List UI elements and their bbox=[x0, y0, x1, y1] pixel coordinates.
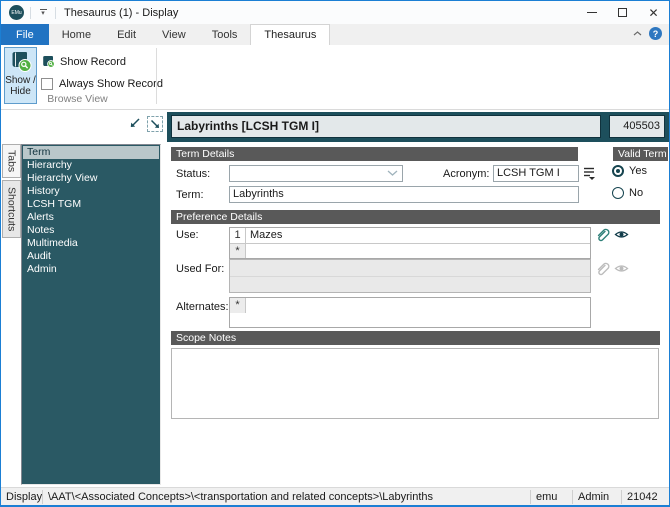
sidebar-tab-list: Term Hierarchy Hierarchy View History LC… bbox=[21, 144, 161, 485]
scope-notes-field[interactable] bbox=[171, 348, 659, 419]
sidebar-item-audit[interactable]: Audit bbox=[23, 250, 159, 263]
ribbon-tab-row: File Home Edit View Tools Thesaurus bbox=[1, 24, 669, 45]
tab-file[interactable]: File bbox=[1, 24, 49, 45]
attachment-paperclip-icon[interactable] bbox=[595, 226, 611, 242]
tab-thesaurus[interactable]: Thesaurus bbox=[250, 24, 331, 45]
collapse-ribbon-button[interactable] bbox=[633, 31, 642, 36]
show-record-button[interactable]: Show Record bbox=[41, 55, 126, 68]
alternates-value-new[interactable] bbox=[246, 298, 590, 313]
scope-notes-header: Scope Notes bbox=[171, 331, 660, 345]
status-dropdown[interactable] bbox=[229, 165, 403, 182]
alternates-grid[interactable]: * bbox=[229, 297, 591, 328]
lookup-list-icon[interactable] bbox=[583, 166, 599, 182]
tab-home[interactable]: Home bbox=[49, 24, 104, 45]
use-value-new[interactable] bbox=[246, 244, 590, 258]
used-for-row bbox=[230, 276, 590, 292]
app-logo-icon: EMu bbox=[9, 5, 24, 20]
record-title: Labyrinths [LCSH TGM I] bbox=[171, 115, 601, 138]
statusbar-database: emu bbox=[536, 491, 558, 503]
valid-term-no-label: No bbox=[629, 187, 644, 199]
acronym-field[interactable]: LCSH TGM I bbox=[493, 165, 579, 182]
always-show-record-option[interactable]: Always Show Record bbox=[41, 78, 163, 90]
titlebar-separator bbox=[30, 6, 31, 19]
alternates-row-new[interactable]: * bbox=[230, 298, 590, 313]
used-for-label: Used For: bbox=[176, 263, 225, 275]
book-search-icon bbox=[12, 51, 31, 72]
book-record-icon bbox=[43, 55, 55, 68]
acronym-label: Acronym: bbox=[443, 168, 490, 180]
status-label: Status: bbox=[176, 168, 211, 180]
expand-selection-icon[interactable] bbox=[147, 116, 163, 132]
always-show-record-checkbox[interactable] bbox=[41, 78, 53, 90]
row-number: 1 bbox=[230, 228, 246, 243]
new-row-marker: * bbox=[230, 244, 246, 258]
app-window: EMu ▾ Thesaurus (1) - Display ✕ File Hom… bbox=[0, 0, 670, 507]
valid-term-yes-label: Yes bbox=[629, 165, 647, 177]
sidebar-item-term[interactable]: Term bbox=[23, 146, 159, 159]
sidebar-item-admin[interactable]: Admin bbox=[23, 263, 159, 276]
ribbon-group-separator bbox=[156, 48, 157, 104]
attach-arrow-icon[interactable] bbox=[128, 117, 141, 133]
valid-term-header: Valid Term bbox=[613, 147, 668, 161]
use-value[interactable]: Mazes bbox=[246, 228, 590, 243]
alternates-label: Alternates: bbox=[176, 301, 229, 313]
show-record-label: Show Record bbox=[60, 55, 127, 68]
tab-edit[interactable]: Edit bbox=[104, 24, 149, 45]
chevron-down-icon: ▾ bbox=[41, 10, 45, 17]
statusbar-mode: Display bbox=[6, 491, 42, 503]
sidebar-item-multimedia[interactable]: Multimedia bbox=[23, 237, 159, 250]
minimize-button[interactable] bbox=[576, 1, 607, 24]
maximize-button[interactable] bbox=[607, 1, 638, 24]
window-title: Thesaurus (1) - Display bbox=[64, 6, 179, 19]
use-grid[interactable]: 1 Mazes * bbox=[229, 227, 591, 259]
statusbar-user: Admin bbox=[578, 491, 610, 503]
radio-yes[interactable] bbox=[612, 165, 624, 177]
term-field[interactable]: Labyrinths bbox=[229, 186, 579, 203]
always-show-record-label: Always Show Record bbox=[59, 78, 163, 90]
sidebar-item-hierarchy[interactable]: Hierarchy bbox=[23, 159, 159, 172]
valid-term-no-option[interactable]: No bbox=[612, 187, 643, 199]
record-number: 405503 bbox=[609, 115, 665, 138]
attachment-paperclip-icon-disabled bbox=[595, 260, 611, 276]
statusbar-path: \AAT\<Associated Concepts>\<transportati… bbox=[48, 491, 434, 503]
use-label: Use: bbox=[176, 229, 199, 241]
sidebar-item-history[interactable]: History bbox=[23, 185, 159, 198]
sidebar-tab-tabs[interactable]: Tabs bbox=[2, 144, 21, 178]
help-icon[interactable]: ? bbox=[649, 27, 662, 40]
titlebar-separator bbox=[55, 6, 56, 19]
tab-tools[interactable]: Tools bbox=[199, 24, 251, 45]
use-row-new[interactable]: * bbox=[230, 243, 590, 258]
close-icon: ✕ bbox=[648, 5, 659, 20]
maximize-icon bbox=[618, 8, 627, 17]
view-eye-icon[interactable] bbox=[614, 228, 630, 244]
use-row-1[interactable]: 1 Mazes bbox=[230, 228, 590, 243]
sidebar-item-lcsh-tgm[interactable]: LCSH TGM bbox=[23, 198, 159, 211]
statusbar-record-count: 21042 bbox=[627, 491, 658, 503]
status-bar: Display \AAT\<Associated Concepts>\<tran… bbox=[1, 487, 669, 505]
radio-no[interactable] bbox=[612, 187, 624, 199]
title-bar: EMu ▾ Thesaurus (1) - Display ✕ bbox=[1, 1, 669, 24]
used-for-grid-disabled bbox=[229, 259, 591, 293]
new-row-marker: * bbox=[230, 298, 246, 313]
sidebar-item-notes[interactable]: Notes bbox=[23, 224, 159, 237]
quick-access-toolbar-dropdown[interactable]: ▾ bbox=[37, 9, 49, 17]
ribbon-extras: ? bbox=[633, 27, 662, 40]
window-controls: ✕ bbox=[576, 1, 669, 24]
minimize-icon bbox=[586, 12, 597, 13]
tab-view[interactable]: View bbox=[149, 24, 199, 45]
browse-view-group-label: Browse View bbox=[47, 93, 108, 105]
sidebar-tab-shortcuts[interactable]: Shortcuts bbox=[2, 180, 21, 238]
preference-details-header: Preference Details bbox=[171, 210, 660, 224]
ribbon-body: Show / Hide Show Record Always Show Reco… bbox=[1, 45, 669, 110]
valid-term-yes-option[interactable]: Yes bbox=[612, 165, 647, 177]
view-eye-icon-disabled bbox=[614, 262, 630, 278]
chevron-down-icon bbox=[387, 166, 398, 181]
close-button[interactable]: ✕ bbox=[638, 1, 669, 24]
term-details-header: Term Details bbox=[171, 147, 578, 161]
sidebar-item-hierarchy-view[interactable]: Hierarchy View bbox=[23, 172, 159, 185]
record-header-bar: Labyrinths [LCSH TGM I] 405503 bbox=[167, 112, 669, 142]
term-label: Term: bbox=[176, 189, 204, 201]
sidebar-item-alerts[interactable]: Alerts bbox=[23, 211, 159, 224]
used-for-row bbox=[230, 260, 590, 276]
